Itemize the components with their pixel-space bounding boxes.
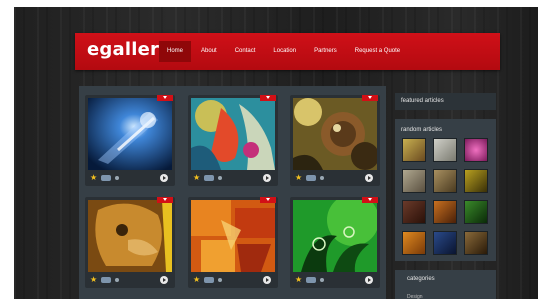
dropdown-flag-icon[interactable] [260, 197, 276, 203]
play-icon[interactable] [263, 276, 271, 284]
star-icon[interactable]: ★ [193, 173, 200, 183]
random-thumbnail[interactable] [402, 200, 426, 224]
play-icon[interactable] [160, 276, 168, 284]
dropdown-flag-icon[interactable] [362, 197, 378, 203]
dropdown-flag-icon[interactable] [157, 95, 173, 101]
play-icon[interactable] [263, 174, 271, 182]
view-icon[interactable] [320, 278, 324, 282]
star-icon[interactable]: ★ [295, 173, 302, 183]
random-articles-box: random articles [395, 119, 496, 261]
featured-articles-title: featured articles [395, 93, 496, 110]
dropdown-flag-icon[interactable] [157, 197, 173, 203]
play-icon[interactable] [160, 174, 168, 182]
tile-actions: ★ [293, 173, 377, 183]
nav-request-quote[interactable]: Request a Quote [347, 41, 408, 62]
dropdown-flag-icon[interactable] [260, 95, 276, 101]
gallery-thumbnail[interactable] [88, 200, 172, 272]
view-icon[interactable] [115, 176, 119, 180]
gallery-tile[interactable]: ★ [85, 95, 175, 186]
star-icon[interactable]: ★ [193, 275, 200, 285]
comment-icon[interactable] [306, 277, 316, 283]
gallery-thumbnail[interactable] [191, 98, 275, 170]
comment-icon[interactable] [101, 175, 111, 181]
nav-location[interactable]: Location [265, 41, 304, 62]
random-thumbnail[interactable] [464, 200, 488, 224]
comment-icon[interactable] [101, 277, 111, 283]
view-icon[interactable] [218, 176, 222, 180]
nav-home[interactable]: Home [159, 41, 192, 62]
tile-actions: ★ [293, 275, 377, 285]
dropdown-flag-icon[interactable] [362, 95, 378, 101]
random-thumbnail[interactable] [464, 231, 488, 255]
gallery-tile[interactable]: ★ [85, 197, 175, 288]
gallery-thumbnail[interactable] [191, 200, 275, 272]
random-thumbnail[interactable] [402, 231, 426, 255]
random-thumbnail[interactable] [433, 169, 457, 193]
view-icon[interactable] [320, 176, 324, 180]
main-navigation: Home About Contact Location Partners Req… [159, 41, 410, 62]
nav-contact[interactable]: Contact [227, 41, 264, 62]
gallery-tile[interactable]: ★ [290, 95, 380, 186]
random-thumbnail[interactable] [402, 138, 426, 162]
star-icon[interactable]: ★ [90, 173, 97, 183]
random-thumbnail[interactable] [464, 138, 488, 162]
gallery-thumbnail[interactable] [293, 200, 377, 272]
tile-actions: ★ [191, 275, 275, 285]
tile-actions: ★ [88, 173, 172, 183]
random-thumbnail[interactable] [433, 231, 457, 255]
gallery-tile[interactable]: ★ [188, 197, 278, 288]
nav-about[interactable]: About [193, 41, 225, 62]
comment-icon[interactable] [204, 175, 214, 181]
random-thumbnail[interactable] [433, 200, 457, 224]
comment-icon[interactable] [204, 277, 214, 283]
categories-title: categories [407, 276, 435, 282]
category-link[interactable]: Design [407, 294, 423, 300]
tile-actions: ★ [88, 275, 172, 285]
play-icon[interactable] [365, 174, 373, 182]
site-header: egallery Home About Contact Location Par… [75, 33, 500, 70]
random-articles-title: random articles [401, 127, 443, 133]
random-thumbnail[interactable] [433, 138, 457, 162]
view-icon[interactable] [115, 278, 119, 282]
gallery-thumbnail[interactable] [293, 98, 377, 170]
gallery-panel: ★ ★ ★ ★ ★ ★ [79, 86, 386, 299]
featured-articles-box: featured articles [395, 93, 496, 110]
view-icon[interactable] [218, 278, 222, 282]
categories-box: categories Design [395, 270, 496, 300]
tile-actions: ★ [191, 173, 275, 183]
nav-partners[interactable]: Partners [306, 41, 345, 62]
star-icon[interactable]: ★ [90, 275, 97, 285]
star-icon[interactable]: ★ [295, 275, 302, 285]
random-thumbnail[interactable] [464, 169, 488, 193]
gallery-thumbnail[interactable] [88, 98, 172, 170]
comment-icon[interactable] [306, 175, 316, 181]
random-thumbnail[interactable] [402, 169, 426, 193]
gallery-tile[interactable]: ★ [188, 95, 278, 186]
play-icon[interactable] [365, 276, 373, 284]
gallery-tile[interactable]: ★ [290, 197, 380, 288]
